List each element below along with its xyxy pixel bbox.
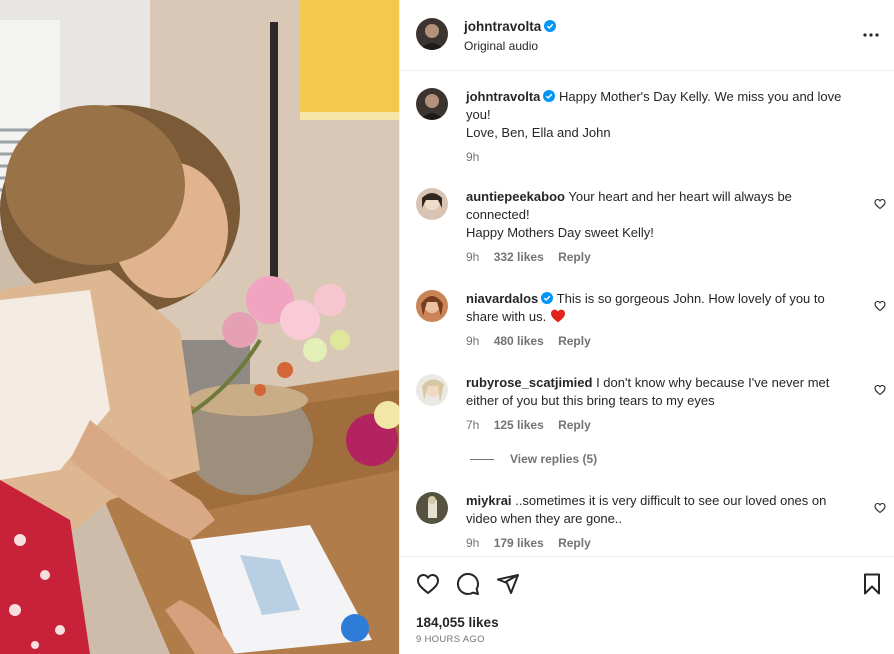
commenter-avatar-image — [416, 188, 448, 220]
caption-line: Happy Mother's Day Kelly. We miss you an… — [559, 89, 842, 104]
reply-button[interactable]: Reply — [558, 536, 591, 550]
more-options-button[interactable] — [861, 25, 881, 45]
commenter-avatar-image — [416, 492, 448, 524]
commenter-username[interactable]: niavardalos — [466, 291, 538, 306]
commenter-avatar[interactable] — [416, 492, 448, 524]
comment-likes[interactable]: 332 likes — [494, 250, 544, 264]
heart-icon[interactable] — [874, 502, 886, 514]
commenter-avatar[interactable] — [416, 374, 448, 406]
comment-likes[interactable]: 179 likes — [494, 536, 544, 550]
reply-button[interactable]: Reply — [558, 250, 591, 264]
bookmark-icon[interactable] — [860, 572, 884, 596]
comment-line: either of you but this bring tears to my… — [466, 393, 715, 408]
author-username-text[interactable]: johntravolta — [464, 19, 541, 34]
commenter-avatar-image — [416, 290, 448, 322]
caption-line: you! — [466, 107, 491, 122]
post-side-panel: johntravolta Original audio johntravolta — [399, 0, 894, 654]
comment-meta: 9h 179 likes Reply — [466, 536, 602, 550]
commenter-username[interactable]: auntiepeekaboo — [466, 189, 565, 204]
comment-line: video when they are gone.. — [466, 511, 623, 526]
post-likes-count[interactable]: 184,055 likes — [416, 615, 499, 630]
comment-line: share with us. — [466, 309, 547, 324]
comment-meta: 7h 125 likes Reply — [466, 418, 602, 432]
post-media-video[interactable] — [0, 0, 399, 654]
heart-icon[interactable] — [416, 572, 440, 596]
verified-badge-icon — [543, 90, 556, 102]
replies-divider-line — [470, 459, 494, 461]
caption-avatar[interactable] — [416, 88, 448, 120]
comment-meta: 9h 480 likes Reply — [466, 334, 602, 348]
commenter-avatar-image — [416, 374, 448, 406]
comment-likes[interactable]: 480 likes — [494, 334, 544, 348]
comment-line: connected! — [466, 207, 530, 222]
post-actions-bar: 184,055 likes 9 HOURS AGO — [400, 556, 894, 654]
red-heart-emoji-icon — [550, 309, 565, 323]
caption-text: johntravolta Happy Mother's Day Kelly. W… — [466, 88, 866, 142]
comment-line: Your heart and her heart will always be — [568, 189, 792, 204]
comment-meta: 9h 332 likes Reply — [466, 250, 602, 264]
caption-avatar-image — [416, 88, 448, 120]
reply-button[interactable]: Reply — [558, 418, 591, 432]
comment-line: I don't know why because I've never met — [596, 375, 830, 390]
author-avatar[interactable] — [416, 18, 448, 50]
heart-icon[interactable] — [874, 384, 886, 396]
comment-timestamp[interactable]: 9h — [466, 250, 479, 264]
comment-line: ..sometimes it is very difficult to see … — [515, 493, 827, 508]
caption-line: Love, Ben, Ella and John — [466, 125, 611, 140]
video-frame — [0, 0, 399, 654]
more-icon — [863, 33, 879, 37]
view-replies-label[interactable]: View replies (5) — [510, 452, 597, 466]
comment-timestamp[interactable]: 9h — [466, 334, 479, 348]
author-username[interactable]: johntravolta — [464, 19, 557, 34]
view-replies-button[interactable]: View replies (5) — [470, 452, 597, 466]
caption-timestamp[interactable]: 9h — [466, 150, 479, 164]
comment-icon[interactable] — [456, 572, 480, 596]
caption-meta: 9h — [466, 150, 490, 164]
commenter-avatar[interactable] — [416, 290, 448, 322]
verified-badge-icon — [544, 20, 557, 32]
commenter-username[interactable]: miykrai — [466, 493, 512, 508]
author-avatar-image — [416, 18, 448, 50]
comment-likes[interactable]: 125 likes — [494, 418, 544, 432]
post-time-ago: 9 HOURS AGO — [416, 634, 485, 645]
comment-timestamp[interactable]: 9h — [466, 536, 479, 550]
post-header: johntravolta Original audio — [400, 0, 894, 71]
commenter-avatar[interactable] — [416, 188, 448, 220]
comment-text: miykrai ..sometimes it is very difficult… — [466, 492, 866, 528]
comment-timestamp[interactable]: 7h — [466, 418, 479, 432]
heart-icon[interactable] — [874, 300, 886, 312]
audio-label[interactable]: Original audio — [464, 39, 538, 53]
verified-badge-icon — [541, 292, 554, 304]
commenter-username[interactable]: rubyrose_scatjimied — [466, 375, 592, 390]
share-icon[interactable] — [496, 572, 520, 596]
comments-list[interactable]: johntravolta Happy Mother's Day Kelly. W… — [400, 72, 894, 556]
comment-text: rubyrose_scatjimied I don't know why bec… — [466, 374, 866, 410]
heart-icon[interactable] — [874, 198, 886, 210]
caption-username[interactable]: johntravolta — [466, 89, 540, 104]
comment-line: Happy Mothers Day sweet Kelly! — [466, 225, 654, 240]
comment-text: auntiepeekaboo Your heart and her heart … — [466, 188, 866, 242]
reply-button[interactable]: Reply — [558, 334, 591, 348]
comment-text: niavardalos This is so gorgeous John. Ho… — [466, 290, 866, 326]
comment-line: This is so gorgeous John. How lovely of … — [556, 291, 825, 306]
